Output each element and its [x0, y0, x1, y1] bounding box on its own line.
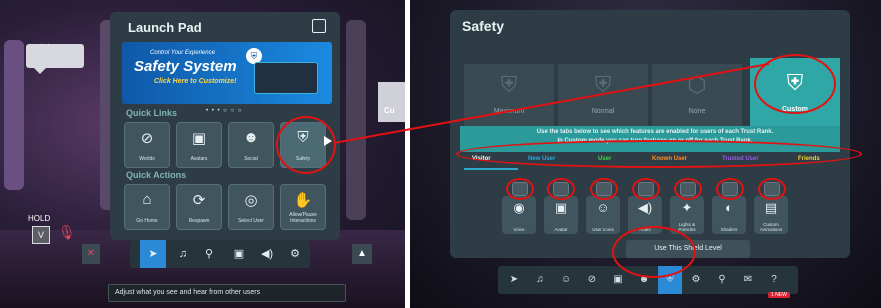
sparkle-icon: ✦	[681, 200, 693, 215]
camera-icon[interactable]: ▣	[226, 240, 252, 268]
mute-toggle-button[interactable]: ✕	[82, 244, 100, 264]
rocket-icon[interactable]: ➤	[502, 266, 526, 294]
mic-off-icon[interactable]: 🎙	[58, 224, 76, 244]
info-line1: Use the tabs below to see which features…	[536, 129, 774, 135]
gear-icon[interactable]: ⚙	[684, 266, 708, 294]
chat-icon[interactable]: ✉	[736, 266, 760, 294]
quick-action-label: Select User	[238, 218, 264, 224]
quick-links-title: Quick Links	[126, 108, 178, 118]
quick-action-label: Respawn	[188, 218, 210, 224]
feature-shaders[interactable]: ◐ Shaders	[712, 196, 746, 234]
feature-voice[interactable]: ◉ Voice	[502, 196, 536, 234]
active-tab-underline	[464, 168, 518, 170]
feature-label: Voice	[513, 227, 525, 232]
highlight-toggle	[758, 178, 786, 200]
expand-icon[interactable]	[312, 19, 326, 33]
help-icon[interactable]: ?	[762, 266, 786, 294]
film-icon: ▤	[764, 200, 778, 215]
quick-action-label: Go Home	[136, 218, 158, 224]
respawn-icon: ⟳	[192, 192, 206, 209]
quick-link-label: Avatars	[190, 156, 208, 162]
banner-line1: Control Your Experience	[150, 50, 215, 56]
shader-icon: ◐	[725, 200, 733, 215]
hand-icon: ✋	[293, 192, 313, 209]
shield-level-none[interactable]: ⬡ None	[652, 64, 742, 126]
highlight-toggle	[674, 178, 702, 200]
globe-icon: ⊘	[140, 130, 154, 147]
safety-panel: Safety ⛨ Maximum ⛨ Normal ⬡ None ⛨ Custo…	[450, 10, 850, 258]
highlight-tabs-ellipse	[456, 140, 862, 168]
feature-label: User Icons	[592, 227, 614, 232]
rocket-icon[interactable]: ➤	[140, 240, 166, 268]
speech-bubble-text: at window	[30, 44, 57, 50]
scene-pillar	[346, 20, 366, 220]
launch-pad-title: Launch Pad	[128, 20, 202, 35]
highlight-use-button	[612, 226, 696, 278]
scene-sign: Cu	[378, 82, 405, 122]
scene-pillar	[4, 40, 24, 190]
home-icon: ⌂	[142, 191, 152, 208]
v-key-button[interactable]: V	[32, 226, 50, 244]
avatar-icon: ▣	[554, 200, 568, 215]
gear-icon[interactable]: ⚙	[282, 240, 308, 268]
sign-text: Cu	[384, 106, 395, 115]
new-badge: 1 NEW	[768, 292, 790, 298]
feature-label: Avatar	[554, 227, 568, 232]
highlight-toggle	[590, 178, 618, 200]
audio-icon: ◀)	[637, 200, 653, 215]
safety-title: Safety	[462, 18, 505, 34]
user-icon[interactable]: ☺	[554, 266, 578, 294]
people-icon: ☻	[243, 129, 259, 146]
quick-actions-title: Quick Actions	[126, 170, 187, 180]
quick-action-allow-pause[interactable]: ✋ Allow/Pause Interactions	[280, 184, 326, 230]
highlight-toggle	[547, 178, 575, 200]
banner-device-graphic	[254, 62, 318, 94]
quick-action-select-user[interactable]: ◎ Select User	[228, 184, 274, 230]
user-icon: ☺	[596, 200, 610, 215]
quick-link-social[interactable]: ☻ Social	[228, 122, 274, 168]
bell-icon[interactable]: ♫	[528, 266, 552, 294]
launch-pad-screenshot: at window Cu HOLD V 🎙 Launch Pad Control…	[0, 0, 405, 308]
quick-link-label: Worlds	[139, 156, 155, 162]
bell-icon[interactable]: ♫	[170, 240, 196, 268]
feature-label: Custom Animations	[759, 222, 783, 232]
feature-lights-particles[interactable]: ✦ Lights & Particles	[670, 196, 704, 234]
shield-star-icon: ⛨	[500, 72, 518, 97]
feature-custom-animations[interactable]: ▤ Custom Animations	[754, 196, 788, 234]
quick-action-respawn[interactable]: ⟳ Respawn	[176, 184, 222, 230]
quick-link-worlds[interactable]: ⊘ Worlds	[124, 122, 170, 168]
quick-action-label: Allow/Pause Interactions	[289, 212, 317, 224]
warning-icon[interactable]: ▲	[352, 244, 372, 264]
carousel-dots: • • • ○ ○ ○	[206, 108, 243, 114]
highlight-circle-safety	[276, 116, 336, 174]
voice-icon: ◉	[513, 200, 525, 215]
quick-link-avatars[interactable]: ▣ Avatars	[176, 122, 222, 168]
highlight-toggle	[716, 178, 744, 200]
feature-user-icons[interactable]: ☺ User Icons	[586, 196, 620, 234]
feature-label: Shaders	[720, 227, 738, 232]
shield-level-label: None	[688, 108, 706, 115]
quick-action-go-home[interactable]: ⌂ Go Home	[124, 184, 170, 230]
highlight-toggle	[632, 178, 660, 200]
shield-level-label: Normal	[591, 108, 615, 115]
search-icon[interactable]: ⚲	[710, 266, 734, 294]
location-icon[interactable]: ⚲	[196, 240, 222, 268]
feature-avatar[interactable]: ▣ Avatar	[544, 196, 578, 234]
safety-screenshot: Safety ⛨ Maximum ⛨ Normal ⬡ None ⛨ Custo…	[410, 0, 881, 308]
tooltip-text: Adjust what you see and hear from other …	[108, 284, 346, 302]
safety-system-banner[interactable]: Control Your Experience Safety System Cl…	[122, 42, 332, 104]
launch-pad-toolbar: ➤ ♫ ⚲ ▣ ◀) ⚙	[130, 240, 310, 268]
hold-label: HOLD	[28, 214, 51, 223]
highlight-toggle	[506, 178, 534, 200]
avatar-icon: ▣	[191, 130, 207, 147]
banner-line3: Click Here to Customize!	[154, 78, 237, 85]
speaker-icon[interactable]: ◀)	[254, 240, 280, 268]
banner-line2: Safety System	[134, 58, 237, 75]
quick-link-label: Social	[244, 156, 258, 162]
globe-icon[interactable]: ⊘	[580, 266, 604, 294]
target-icon: ◎	[244, 192, 258, 209]
